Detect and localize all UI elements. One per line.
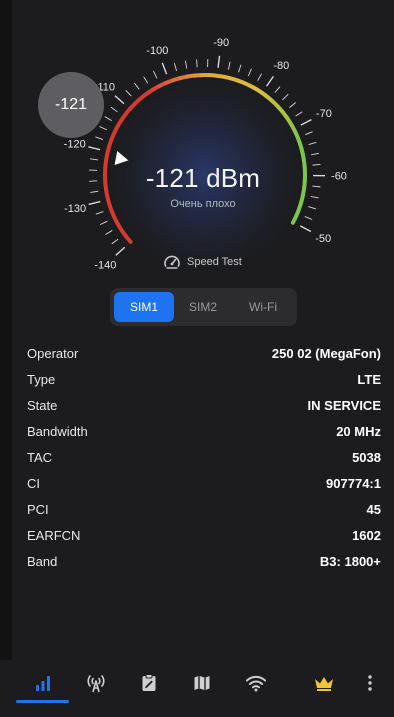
cell-info-list: Operator 250 02 (MegaFon) Type LTE State… [27,340,381,574]
info-row-earfcn: EARFCN 1602 [27,522,381,548]
gauge-arc-segment [103,160,109,169]
gauge-arc-segment [171,76,180,83]
info-value: IN SERVICE [307,397,381,413]
info-value: LTE [357,371,381,387]
info-label: CI [27,475,40,491]
info-value: 1602 [352,527,381,543]
tab-sim1[interactable]: SIM1 [114,292,174,322]
bottom-navigation [0,660,394,717]
gauge-arc-segment [300,151,306,160]
gauge-arc-segment [103,181,109,191]
antenna-icon [87,675,105,693]
gauge-arc-segment [164,78,174,86]
info-label: EARFCN [27,527,81,543]
gauge-scale-label: -140 [94,260,116,272]
speed-test-label: Speed Test [187,256,242,268]
gauge-arc-segment [107,202,114,212]
signal-reading: -121 dBm [145,163,261,193]
info-row-type: Type LTE [27,366,381,392]
speedometer-icon [164,255,180,269]
gauge-scale-label: -50 [315,233,331,245]
speed-test-button[interactable]: Speed Test [163,252,242,272]
info-row-tac: TAC 5038 [27,444,381,470]
gauge-arc-segment [185,73,194,79]
info-value: 45 [366,501,381,517]
gauge-scale-label: -60 [331,171,347,183]
info-label: Bandwidth [27,423,88,439]
info-label: Type [27,371,56,387]
tab-sim2[interactable]: SIM2 [173,292,233,322]
info-row-ci: CI 907774:1 [27,470,381,496]
gauge-arc-segment [235,78,245,85]
current-value-text: -121 [54,96,88,113]
gauge-arc-segment [299,194,305,204]
nav-towers[interactable] [74,666,118,700]
info-row-state: State IN SERVICE [27,392,381,418]
gauge-scale-label: -100 [146,45,168,57]
gauge-scale-label: -70 [316,108,332,120]
info-row-operator: Operator 250 02 (MegaFon) [27,340,381,366]
crown-icon [315,677,333,691]
info-label: TAC [27,449,53,465]
gauge-arc-segment [105,196,112,205]
info-label: State [27,397,58,413]
info-row-pci: PCI 45 [27,496,381,522]
gauge-arc-segment [221,74,231,81]
gauge-minor-tick [196,59,198,68]
gauge-arc-segment [214,73,223,79]
gauge-arc-segment [104,189,110,198]
signal-gauge: -140 -130 -120 -110 -100 -90 -80 -70 -60 -50 -121… [0,0,394,290]
map-icon [194,675,210,691]
nav-premium[interactable] [302,666,346,700]
nav-active-indicator [16,700,69,703]
info-row-bandwidth: Bandwidth 20 MHz [27,418,381,444]
gauge-scale-label: -90 [213,37,229,49]
gauge-dial: -140-130-120-110-100-90-80-70-60-50 [64,37,347,287]
gauge-arc-segment [295,136,303,146]
clipboard-icon [142,674,156,691]
gauge-arc-segment [296,201,304,211]
gauge-scale-label: -130 [64,203,86,215]
gauge-scale-label: -80 [273,60,289,72]
gauge-arc-segment [302,180,307,189]
signal-bars-icon [36,676,50,691]
info-value: 20 MHz [336,423,381,439]
info-label: Band [27,553,58,569]
gauge-arc-segment [105,145,112,155]
tab-wifi[interactable]: Wi-Fi [233,292,293,322]
info-row-band: Band B3: 1800+ [27,548,381,574]
signal-quality: Очень плохо [170,198,236,210]
app-screen: -140 -130 -120 -110 -100 -90 -80 -70 -60 -50 -121… [0,0,394,717]
gauge-arc-segment [192,73,201,78]
sim-selector: SIM1 SIM2 Wi-Fi [110,288,297,326]
gauge-arc-segment [300,187,307,196]
nav-log[interactable] [127,666,171,700]
nav-map[interactable] [180,666,224,700]
info-label: PCI [27,501,49,517]
gauge-arc-segment [301,158,307,167]
info-value: 5038 [352,449,381,465]
info-value: B3: 1800+ [319,553,381,569]
gauge-arc-segment [107,138,114,148]
gauge-arc-segment [178,74,187,81]
more-vertical-icon [368,675,372,691]
info-value: 907774:1 [326,475,381,491]
gauge-arc-segment [228,75,238,83]
info-value: 250 02 (MegaFon) [271,345,381,361]
nav-more[interactable] [348,666,392,700]
gauge-arc-segment [103,152,110,162]
gauge-arc-segment [298,143,305,153]
nav-signal[interactable] [21,666,65,700]
nav-wifi[interactable] [234,666,278,700]
info-label: Operator [27,345,79,361]
gauge-arc-segment [207,73,216,78]
wifi-icon [246,675,266,692]
current-value-bubble: -121 [38,72,104,138]
gauge-scale-label: -120 [64,139,86,151]
